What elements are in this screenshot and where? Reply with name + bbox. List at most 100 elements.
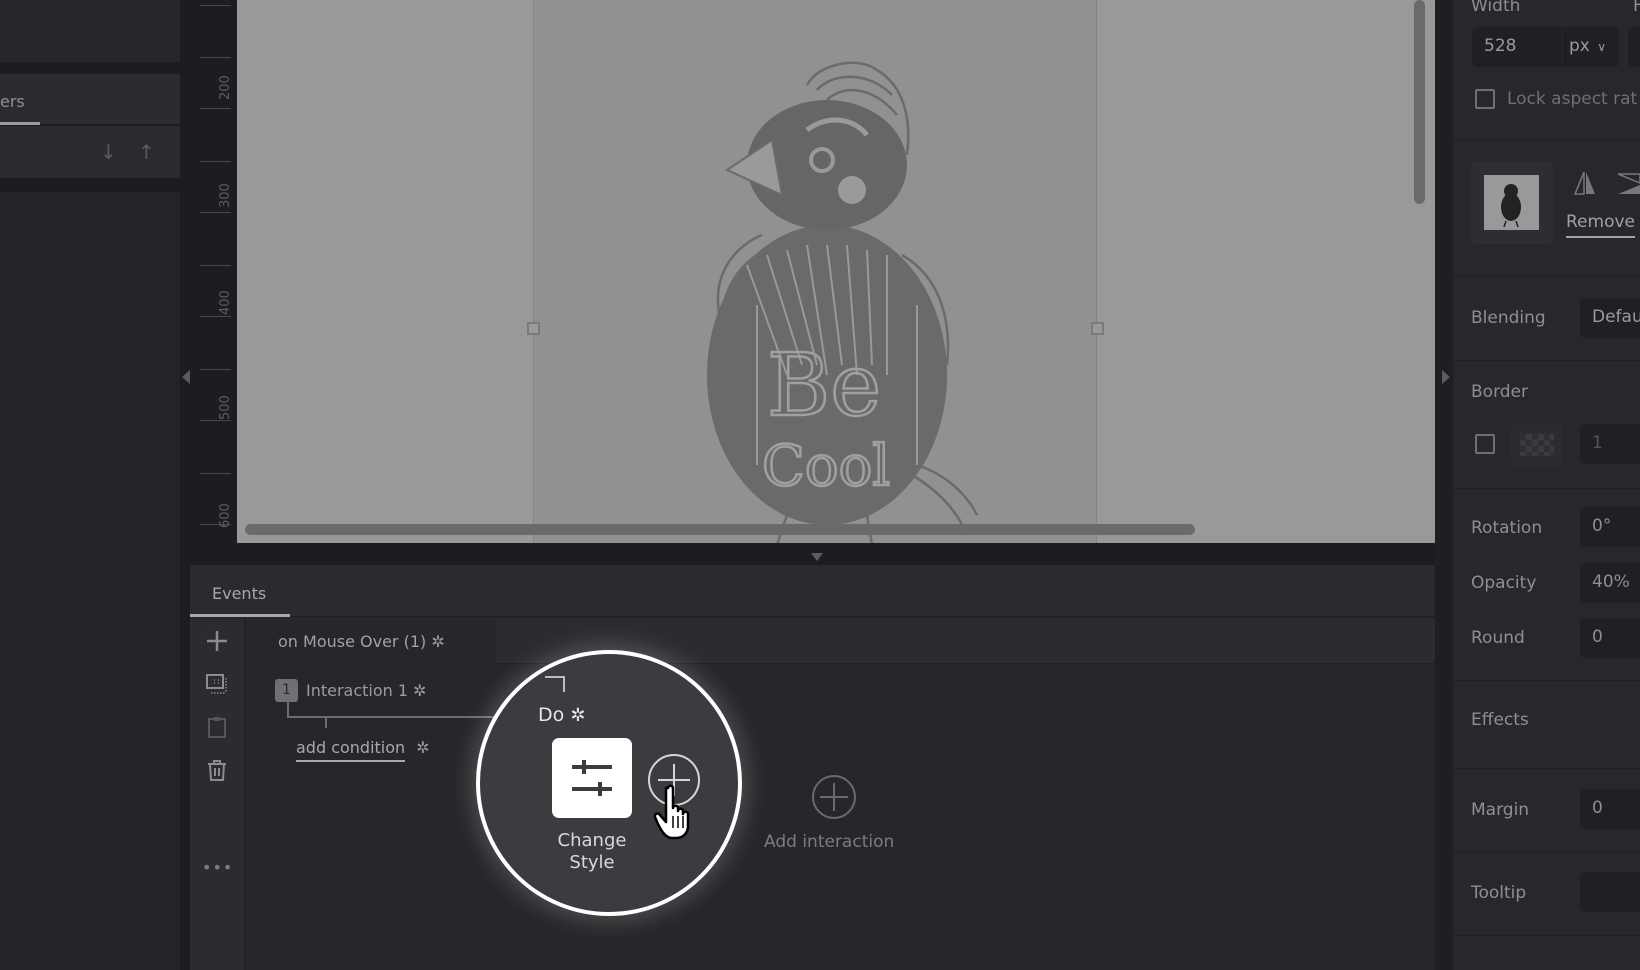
plus-icon: [207, 631, 227, 651]
gear-icon[interactable]: ✲: [416, 738, 429, 757]
connector-line: [287, 701, 289, 717]
layers-tab-underline: [0, 122, 40, 125]
lock-aspect-label: Lock aspect rat: [1507, 89, 1638, 109]
ruler-label: 300: [218, 183, 233, 208]
interaction-label: Interaction 1: [306, 681, 409, 700]
select-area-button[interactable]: [202, 672, 232, 702]
paste-button[interactable]: [202, 715, 232, 745]
change-style-action-button[interactable]: [552, 738, 632, 818]
border-width-input[interactable]: 1: [1580, 424, 1640, 464]
gear-icon[interactable]: ✲: [431, 632, 444, 651]
interaction-number-badge: 1: [275, 679, 298, 702]
rotation-label: Rotation: [1471, 518, 1543, 538]
round-input[interactable]: 0: [1580, 618, 1640, 658]
collapse-right-panel-icon[interactable]: [1442, 370, 1450, 384]
bird-illustration: Be Cool: [707, 61, 979, 543]
more-options-button[interactable]: •••: [202, 853, 232, 883]
divider: [1453, 935, 1640, 936]
image-text-be: Be: [767, 336, 881, 436]
canvas-vertical-scrollbar[interactable]: [1414, 0, 1425, 204]
lock-aspect-checkbox[interactable]: [1475, 89, 1495, 109]
change-style-label-line2: Style: [569, 852, 615, 873]
divider: [1453, 140, 1640, 141]
canvas-horizontal-scrollbar[interactable]: [245, 524, 1195, 535]
tooltip-input[interactable]: [1580, 872, 1640, 912]
height-input[interactable]: [1628, 27, 1640, 67]
layers-tab[interactable]: ers: [0, 92, 25, 111]
border-checkbox[interactable]: [1475, 434, 1495, 454]
hand-cursor-icon: [654, 784, 690, 840]
resize-handle-left[interactable]: [527, 322, 540, 335]
divider: [1453, 360, 1640, 361]
event-name-label: on Mouse Over (1): [278, 632, 427, 651]
do-label: Do: [538, 704, 565, 726]
collapse-events-panel-icon[interactable]: [811, 553, 823, 561]
resize-handle-right[interactable]: [1091, 322, 1104, 335]
interaction-item[interactable]: Interaction 1 ✲: [306, 681, 427, 700]
add-event-button[interactable]: [202, 629, 232, 659]
event-name[interactable]: on Mouse Over (1) ✲: [278, 632, 445, 651]
divider: [1453, 768, 1640, 769]
delete-button[interactable]: [202, 758, 232, 788]
opacity-input[interactable]: 40%: [1580, 563, 1640, 603]
ruler-label: 200: [218, 75, 233, 100]
add-interaction-label[interactable]: Add interaction: [764, 832, 894, 852]
round-label: Round: [1471, 628, 1525, 648]
gear-icon[interactable]: ✲: [413, 681, 426, 700]
border-color-swatch[interactable]: [1511, 424, 1563, 466]
ruler-label: 600: [218, 503, 233, 528]
collapse-left-panel-icon[interactable]: [182, 370, 190, 384]
remove-image-link[interactable]: Remove: [1566, 212, 1635, 238]
tooltip-label: Tooltip: [1471, 883, 1527, 903]
blending-label: Blending: [1471, 308, 1546, 328]
right-panel-gutter: [1435, 0, 1453, 970]
move-down-icon[interactable]: ↓: [100, 140, 117, 164]
flip-vertical-icon[interactable]: [1616, 172, 1640, 196]
width-unit-select[interactable]: px ∨: [1563, 27, 1619, 67]
sliders-icon: [572, 760, 612, 796]
margin-label: Margin: [1471, 800, 1530, 820]
layers-list: [0, 192, 180, 970]
effects-label[interactable]: Effects: [1471, 710, 1529, 730]
connector-corner: [545, 676, 565, 692]
opacity-label: Opacity: [1471, 573, 1537, 593]
image-thumbnail: [1484, 175, 1539, 230]
transparent-swatch-icon: [1520, 434, 1554, 456]
connector-line: [287, 716, 497, 718]
margin-input[interactable]: 0: [1580, 789, 1640, 829]
width-input[interactable]: 528: [1472, 27, 1562, 67]
add-condition-row: add condition ✲: [296, 738, 430, 762]
divider: [1453, 276, 1640, 277]
bird-thumbnail-icon: [1501, 184, 1521, 228]
paste-icon: [208, 717, 226, 738]
width-label: Width: [1471, 0, 1521, 16]
width-unit-value: px: [1569, 36, 1590, 56]
image-thumbnail-frame[interactable]: [1471, 162, 1553, 244]
gear-icon[interactable]: ✲: [570, 705, 585, 726]
magnifier-callout: Do ✲ Change Style: [476, 650, 742, 916]
tab-events[interactable]: Events: [212, 584, 266, 603]
chevron-down-icon: ∨: [1597, 40, 1607, 54]
divider: [1453, 488, 1640, 489]
connector-line: [325, 716, 327, 728]
divider: [1453, 851, 1640, 852]
height-label: H: [1633, 0, 1640, 16]
left-panel-top: [0, 0, 180, 62]
add-interaction-button[interactable]: [812, 775, 856, 819]
divider: [1453, 680, 1640, 681]
flip-horizontal-icon[interactable]: [1573, 170, 1597, 196]
trash-icon: [208, 760, 226, 781]
add-condition-link[interactable]: add condition: [296, 738, 406, 762]
ruler-label: 500: [218, 395, 233, 420]
design-canvas[interactable]: Be Cool: [237, 0, 1435, 543]
change-style-label: Change Style: [532, 830, 652, 874]
events-tabbar: [190, 565, 1442, 617]
blending-select[interactable]: Defau: [1580, 298, 1640, 338]
layers-tabbar: [0, 74, 180, 124]
move-up-icon[interactable]: ↑: [138, 140, 155, 164]
ruler-label: 400: [218, 290, 233, 315]
tab-events-underline: [190, 614, 290, 617]
events-toolbar: [190, 618, 245, 970]
rotation-input[interactable]: 0°: [1580, 507, 1640, 547]
plus-icon: [820, 783, 848, 811]
